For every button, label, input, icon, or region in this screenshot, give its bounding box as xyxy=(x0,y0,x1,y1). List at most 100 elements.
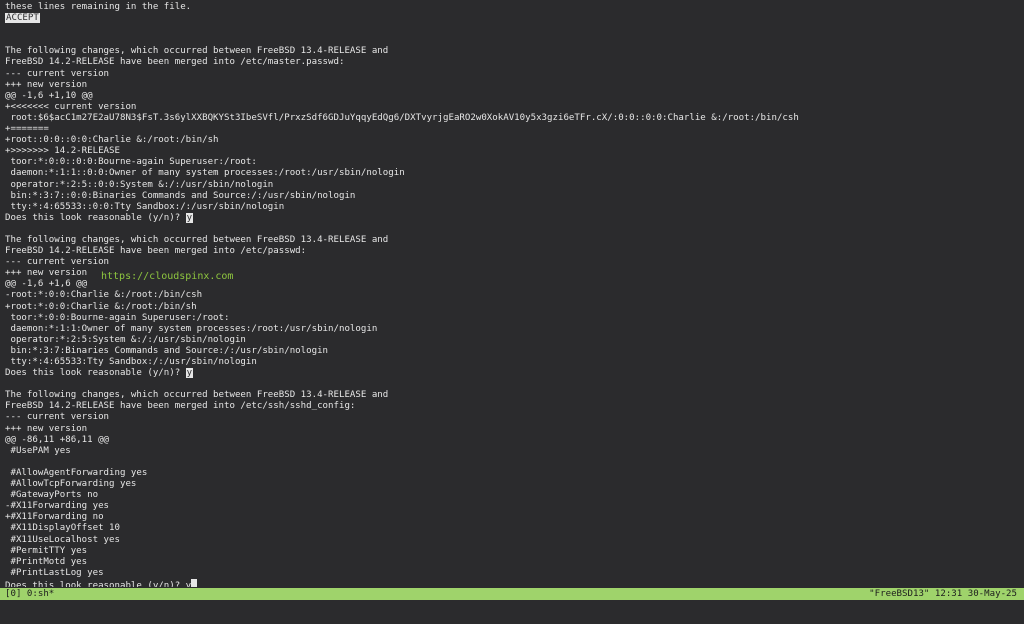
terminal-line: --- current version xyxy=(5,257,1019,268)
terminal-line-text: FreeBSD 14.2-RELEASE have been merged in… xyxy=(5,246,307,257)
highlighted-input: y xyxy=(185,368,194,379)
text-cursor xyxy=(191,578,198,587)
terminal-line-text: tty:*:4:65533:Tty Sandbox:/:/usr/sbin/no… xyxy=(5,357,257,367)
terminal-line: bin:*:3:7::0:0:Binaries Commands and Sou… xyxy=(5,191,1019,202)
terminal-line-text: +#X11Forwarding no xyxy=(5,512,104,523)
terminal-output[interactable]: these lines remaining in the file. ACCEPT… xyxy=(0,0,1024,587)
terminal-line: operator:*:2:5:System &:/:/usr/sbin/nolo… xyxy=(5,335,1019,346)
terminal-line-text: root:$6$acC1m27E2aU78N3$FsT.3s6ylXXBQKYS… xyxy=(5,112,799,123)
terminal-line: --- current version xyxy=(5,412,1019,423)
terminal-line-text: @@ -1,6 +1,10 @@ xyxy=(5,90,93,101)
terminal-line-text: The following changes, which occurred be… xyxy=(5,390,389,401)
terminal-line-text: +++ new version xyxy=(5,423,88,434)
terminal-line: The following changes, which occurred be… xyxy=(5,235,1019,246)
terminal-line-text: toor:*:0:0:Bourne-again Superuser:/root: xyxy=(5,312,230,323)
terminal-line-text: these lines remaining in the file. xyxy=(5,2,192,12)
terminal-line: #UsePAM yes xyxy=(5,446,1019,457)
terminal-line-text: daemon:*:1:1:Owner of many system proces… xyxy=(5,323,378,334)
terminal-line: #X11UseLocalhost yes xyxy=(5,535,1019,546)
terminal-line: --- current version xyxy=(5,69,1019,80)
terminal-line-text: #X11UseLocalhost yes xyxy=(5,534,120,545)
terminal-line: +<<<<<<< current version xyxy=(5,102,1019,113)
terminal-line: -#X11Forwarding yes xyxy=(5,501,1019,512)
status-window-list[interactable]: [0] 0:sh* xyxy=(5,588,54,600)
terminal-line: Does this look reasonable (y/n)? y xyxy=(5,578,1019,587)
terminal-line-text: tty:*:4:65533::0:0:Tty Sandbox:/:/usr/sb… xyxy=(5,201,285,212)
terminal-line-text: FreeBSD 14.2-RELEASE have been merged in… xyxy=(5,401,356,412)
terminal-line-text: Does this look reasonable (y/n)? y xyxy=(5,580,192,587)
highlighted-input: ACCEPT xyxy=(5,13,40,24)
terminal-line-text: @@ -1,6 +1,6 @@ xyxy=(5,279,88,290)
terminal-line: these lines remaining in the file. xyxy=(5,2,1019,13)
terminal-line: +======= xyxy=(5,124,1019,135)
terminal-line: #GatewayPorts no xyxy=(5,490,1019,501)
terminal-line-text: #AllowTcpForwarding yes xyxy=(5,479,137,490)
highlighted-input: y xyxy=(185,212,194,223)
terminal-line: Does this look reasonable (y/n)? y xyxy=(5,212,1019,224)
terminal-line: bin:*:3:7:Binaries Commands and Source:/… xyxy=(5,346,1019,357)
terminal-line-text: @@ -86,11 +86,11 @@ xyxy=(5,434,110,445)
terminal-line-text: --- current version xyxy=(5,257,110,268)
terminal-line: @@ -86,11 +86,11 @@ xyxy=(5,435,1019,446)
terminal-line: +root::0:0::0:0:Charlie &:/root:/bin/sh xyxy=(5,135,1019,146)
terminal-line: +#X11Forwarding no xyxy=(5,512,1019,523)
terminal-line-text: +++ new version xyxy=(5,79,88,90)
terminal-line-text: --- current version xyxy=(5,68,110,79)
terminal-line-text: +root::0:0::0:0:Charlie &:/root:/bin/sh xyxy=(5,135,219,146)
terminal-line: +++ new version xyxy=(5,80,1019,91)
terminal-line-text: --- current version xyxy=(5,412,110,423)
terminal-line-text: daemon:*:1:1::0:0:Owner of many system p… xyxy=(5,168,405,179)
terminal-line-text: FreeBSD 14.2-RELEASE have been merged in… xyxy=(5,57,345,68)
tmux-status-bar: [0] 0:sh* "FreeBSD13" 12:31 30-May-25 xyxy=(0,588,1024,600)
terminal-line-text: +<<<<<<< current version xyxy=(5,101,137,112)
terminal-line: tty:*:4:65533::0:0:Tty Sandbox:/:/usr/sb… xyxy=(5,202,1019,213)
terminal-line-text: #PrintLastLog yes xyxy=(5,567,104,578)
terminal-line-text: +======= xyxy=(5,124,49,135)
terminal-line: -root:*:0:0:Charlie &:/root:/bin/csh xyxy=(5,290,1019,301)
terminal-line: ACCEPT xyxy=(5,13,1019,24)
terminal-line-text: operator:*:2:5::0:0:System &:/:/usr/sbin… xyxy=(5,179,274,190)
terminal-line-text: operator:*:2:5:System &:/:/usr/sbin/nolo… xyxy=(5,334,246,345)
terminal-line-text: +root:*:0:0:Charlie &:/root:/bin/sh xyxy=(5,301,197,312)
window-bottom-edge xyxy=(0,600,1024,610)
terminal-line-text: The following changes, which occurred be… xyxy=(5,234,389,245)
terminal-line: daemon:*:1:1:Owner of many system proces… xyxy=(5,324,1019,335)
terminal-line-text: +>>>>>>> 14.2-RELEASE xyxy=(5,146,120,157)
terminal-line-text: The following changes, which occurred be… xyxy=(5,46,389,57)
terminal-line-text: -root:*:0:0:Charlie &:/root:/bin/csh xyxy=(5,290,203,301)
terminal-line: #AllowAgentForwarding yes xyxy=(5,468,1019,479)
terminal-line: operator:*:2:5::0:0:System &:/:/usr/sbin… xyxy=(5,180,1019,191)
terminal-line-text: #GatewayPorts no xyxy=(5,490,99,501)
terminal-line-text: +++ new version xyxy=(5,268,88,279)
terminal-line-text: toor:*:0:0::0:0:Bourne-again Superuser:/… xyxy=(5,157,257,168)
terminal-line: +root:*:0:0:Charlie &:/root:/bin/sh xyxy=(5,302,1019,313)
terminal-line: The following changes, which occurred be… xyxy=(5,46,1019,57)
terminal-line: FreeBSD 14.2-RELEASE have been merged in… xyxy=(5,246,1019,257)
terminal-line: #AllowTcpForwarding yes xyxy=(5,479,1019,490)
terminal-line: toor:*:0:0:Bourne-again Superuser:/root: xyxy=(5,313,1019,324)
terminal-line-text: #AllowAgentForwarding yes xyxy=(5,467,148,478)
terminal-line-text: -#X11Forwarding yes xyxy=(5,501,110,512)
terminal-line: #PrintMotd yes xyxy=(5,557,1019,568)
terminal-line-text: #PrintMotd yes xyxy=(5,556,88,567)
terminal-line: FreeBSD 14.2-RELEASE have been merged in… xyxy=(5,57,1019,68)
terminal-line: root:$6$acC1m27E2aU78N3$FsT.3s6ylXXBQKYS… xyxy=(5,113,1019,124)
terminal-line-text: bin:*:3:7:Binaries Commands and Source:/… xyxy=(5,345,329,356)
terminal-line: toor:*:0:0::0:0:Bourne-again Superuser:/… xyxy=(5,157,1019,168)
terminal-line: tty:*:4:65533:Tty Sandbox:/:/usr/sbin/no… xyxy=(5,357,1019,368)
terminal-line-text: Does this look reasonable (y/n)? xyxy=(5,368,186,379)
terminal-line: @@ -1,6 +1,10 @@ xyxy=(5,91,1019,102)
terminal-line-text: #X11DisplayOffset 10 xyxy=(5,523,120,534)
terminal-line: #PrintLastLog yes xyxy=(5,568,1019,579)
terminal-line-text: #UsePAM yes xyxy=(5,445,71,456)
terminal-line: FreeBSD 14.2-RELEASE have been merged in… xyxy=(5,401,1019,412)
watermark-url: https://cloudspinx.com xyxy=(101,271,234,282)
terminal-line: #X11DisplayOffset 10 xyxy=(5,523,1019,534)
terminal-line: #PermitTTY yes xyxy=(5,546,1019,557)
status-host-clock: "FreeBSD13" 12:31 30-May-25 xyxy=(869,589,1017,599)
